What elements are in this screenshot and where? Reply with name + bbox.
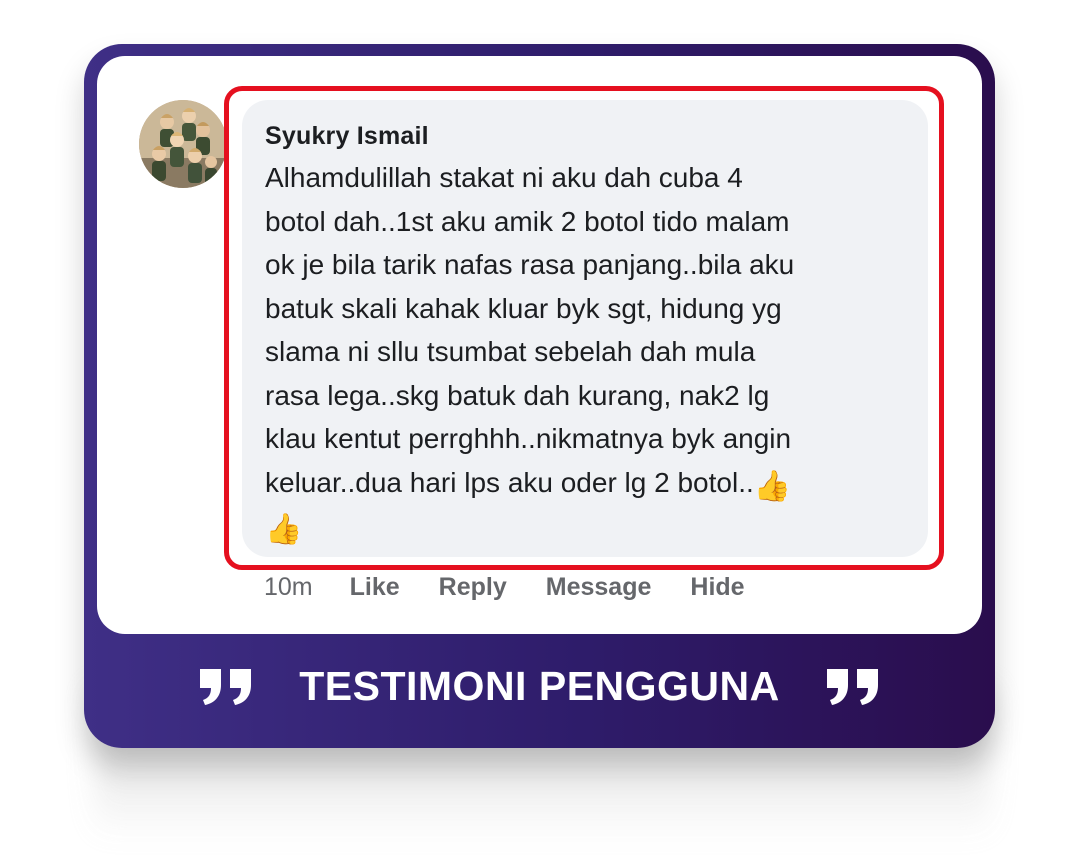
testimonial-card: Syukry Ismail Alhamdulillah stakat ni ak… — [0, 0, 1080, 864]
comment-panel: Syukry Ismail Alhamdulillah stakat ni ak… — [97, 56, 982, 634]
avatar[interactable] — [139, 100, 227, 188]
comment-author[interactable]: Syukry Ismail — [265, 122, 429, 151]
comment-text: Alhamdulillah stakat ni aku dah cuba 4 b… — [265, 162, 795, 498]
avatar-photo-icon — [139, 100, 227, 188]
message-button[interactable]: Message — [546, 573, 652, 602]
hide-button[interactable]: Hide — [690, 573, 744, 602]
banner-title: TESTIMONI PENGGUNA — [299, 662, 780, 709]
like-button[interactable]: Like — [350, 573, 400, 602]
reply-button[interactable]: Reply — [439, 573, 507, 602]
testimonial-banner: TESTIMONI PENGGUNA — [84, 634, 995, 738]
thumbs-up-icon: 👍 — [265, 513, 303, 546]
comment-bubble: Syukry Ismail Alhamdulillah stakat ni ak… — [242, 100, 928, 557]
comment-body: Alhamdulillah stakat ni aku dah cuba 4 b… — [265, 156, 905, 548]
open-quote-icon — [197, 665, 255, 707]
close-quote-icon — [824, 665, 882, 707]
comment-timestamp[interactable]: 10m — [264, 573, 313, 602]
thumbs-up-icon: 👍 — [753, 469, 792, 503]
comment-actions: 10m Like Reply Message Hide — [264, 573, 784, 602]
